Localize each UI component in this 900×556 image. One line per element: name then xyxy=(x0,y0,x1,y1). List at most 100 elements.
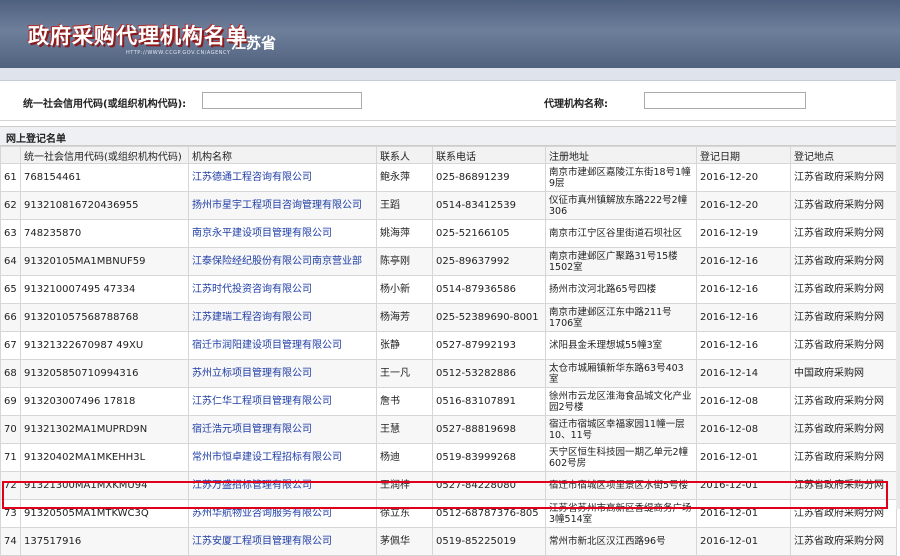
register-date: 2016-12-16 xyxy=(696,247,791,276)
register-date: 2016-12-20 xyxy=(696,163,791,192)
col-header-code: 统一社会信用代码(或组织机构代码) xyxy=(20,146,189,164)
agency-name-link[interactable]: 常州市恒卓建设工程招标有限公司 xyxy=(188,443,377,472)
row-number: 62 xyxy=(0,191,21,220)
register-date: 2016-12-01 xyxy=(696,443,791,472)
register-place: 江苏省政府采购分网 xyxy=(790,471,897,500)
phone-number: 0527-87992193 xyxy=(432,331,546,360)
credit-code: 913210816720436955 xyxy=(20,191,189,220)
register-place: 江苏省政府采购分网 xyxy=(790,219,897,248)
row-number: 65 xyxy=(0,275,21,304)
row-number: 69 xyxy=(0,387,21,416)
address: 南京市建邺区嘉陵江东街18号1幢9层 xyxy=(545,163,697,192)
phone-number: 0514-87936586 xyxy=(432,275,546,304)
row-number: 64 xyxy=(0,247,21,276)
register-place: 江苏省政府采购分网 xyxy=(790,163,897,192)
contact-person: 杨迪 xyxy=(376,443,433,472)
agency-name-input[interactable] xyxy=(644,92,806,109)
row-number: 70 xyxy=(0,415,21,444)
banner-url: HTTP://WWW.CCGP.GOV.CN/AGENCY xyxy=(126,50,231,56)
col-header-place: 登记地点 xyxy=(790,146,897,164)
table-row: 73 91320505MA1MTKWC3Q 苏州华航物业咨询服务有限公司 徐立东 051… xyxy=(0,499,897,528)
register-date: 2016-12-14 xyxy=(696,359,791,388)
phone-number: 0512-53282886 xyxy=(432,359,546,388)
register-place: 江苏省政府采购分网 xyxy=(790,191,897,220)
address: 江苏省苏州市高新区香缇商务广场3幢514室 xyxy=(545,499,697,528)
table-row: 72 91321300MA1MXKMU94 江苏万盛招标管理有限公司 王润梓 0527-… xyxy=(0,471,897,500)
row-number: 73 xyxy=(0,499,21,528)
agency-name-link[interactable]: 江苏建瑞工程咨询有限公司 xyxy=(188,303,377,332)
register-place: 江苏省政府采购分网 xyxy=(790,331,897,360)
agency-name-link[interactable]: 宿迁浩元项目管理有限公司 xyxy=(188,415,377,444)
col-header-phone: 联系电话 xyxy=(432,146,546,164)
credit-code: 91321322670987 49XU xyxy=(20,331,189,360)
agency-name-link[interactable]: 江苏安厦工程项目管理有限公司 xyxy=(188,527,377,556)
credit-code: 91320505MA1MTKWC3Q xyxy=(20,499,189,528)
register-date: 2016-12-01 xyxy=(696,499,791,528)
table-header-row: 统一社会信用代码(或组织机构代码) 机构名称 联系人 联系电话 注册地址 登记日… xyxy=(0,146,897,164)
agency-name-link[interactable]: 江苏德通工程咨询有限公司 xyxy=(188,163,377,192)
agency-name-link[interactable]: 江苏仁华工程项目管理有限公司 xyxy=(188,387,377,416)
credit-code: 91321300MA1MXKMU94 xyxy=(20,471,189,500)
phone-number: 025-52389690-8001 xyxy=(432,303,546,332)
table-row: 65 913210007495 47334 江苏时代投资咨询有限公司 杨小新 0514-… xyxy=(0,275,897,304)
table-row: 61 768154461 江苏德通工程咨询有限公司 鲍永萍 025-86891239 南京… xyxy=(0,163,897,192)
agency-name-link[interactable]: 南京永平建设项目管理有限公司 xyxy=(188,219,377,248)
phone-number: 0527-84228080 xyxy=(432,471,546,500)
section-title: 网上登记名单 xyxy=(6,134,66,145)
register-date: 2016-12-19 xyxy=(696,219,791,248)
register-date: 2016-12-01 xyxy=(696,527,791,556)
contact-person: 王润梓 xyxy=(376,471,433,500)
agency-name-link[interactable]: 苏州立标项目管理有限公司 xyxy=(188,359,377,388)
contact-person: 徐立东 xyxy=(376,499,433,528)
table-row: 63 748235870 南京永平建设项目管理有限公司 姚海萍 025-52166105… xyxy=(0,219,897,248)
register-place: 江苏省政府采购分网 xyxy=(790,247,897,276)
col-header-no xyxy=(0,146,21,164)
address: 扬州市汶河北路65号四楼 xyxy=(545,275,697,304)
credit-code-input[interactable] xyxy=(202,92,362,109)
agency-name-link[interactable]: 江泰保险经纪股份有限公司南京营业部 xyxy=(188,247,377,276)
row-number: 67 xyxy=(0,331,21,360)
agency-name-link[interactable]: 江苏万盛招标管理有限公司 xyxy=(188,471,377,500)
address: 南京市江宁区谷里街道石坝社区 xyxy=(545,219,697,248)
table-row: 64 91320105MA1MBNUF59 江泰保险经纪股份有限公司南京营业部 陈亭刚… xyxy=(0,247,897,276)
col-header-contact: 联系人 xyxy=(376,146,433,164)
register-place: 江苏省政府采购分网 xyxy=(790,443,897,472)
banner-title: 政府采购代理机构名单 xyxy=(28,24,248,48)
address: 常州市新北区汉江西路96号 xyxy=(545,527,697,556)
section-header: 网上登记名单 xyxy=(0,126,900,146)
contact-person: 王慧 xyxy=(376,415,433,444)
table-row: 69 913203007496 17818 江苏仁华工程项目管理有限公司 詹书 0516… xyxy=(0,387,897,416)
agency-name-link[interactable]: 扬州市星宇工程项目咨询管理有限公司 xyxy=(188,191,377,220)
address: 南京市建邺区江东中路211号1706室 xyxy=(545,303,697,332)
row-number: 74 xyxy=(0,527,21,556)
register-place: 江苏省政府采购分网 xyxy=(790,499,897,528)
register-date: 2016-12-08 xyxy=(696,387,791,416)
phone-number: 0527-88819698 xyxy=(432,415,546,444)
contact-person: 王一凡 xyxy=(376,359,433,388)
agency-name-link[interactable]: 宿迁市润阳建设项目管理有限公司 xyxy=(188,331,377,360)
agency-name-link[interactable]: 苏州华航物业咨询服务有限公司 xyxy=(188,499,377,528)
agency-name-link[interactable]: 江苏时代投资咨询有限公司 xyxy=(188,275,377,304)
row-number: 66 xyxy=(0,303,21,332)
credit-code: 913201057568788768 xyxy=(20,303,189,332)
phone-number: 0519-85225019 xyxy=(432,527,546,556)
col-header-date: 登记日期 xyxy=(696,146,791,164)
phone-number: 025-52166105 xyxy=(432,219,546,248)
credit-code: 748235870 xyxy=(20,219,189,248)
contact-person: 王蹈 xyxy=(376,191,433,220)
site-banner: 政府采购代理机构名单 江苏省 HTTP://WWW.CCGP.GOV.CN/AG… xyxy=(0,0,900,68)
scrollbar[interactable] xyxy=(896,80,900,509)
agency-table: 统一社会信用代码(或组织机构代码) 机构名称 联系人 联系电话 注册地址 登记日… xyxy=(0,146,897,556)
phone-number: 0512-68787376-805 xyxy=(432,499,546,528)
contact-person: 茅佩华 xyxy=(376,527,433,556)
contact-person: 张静 xyxy=(376,331,433,360)
phone-number: 025-86891239 xyxy=(432,163,546,192)
register-date: 2016-12-01 xyxy=(696,471,791,500)
address: 南京市建邺区广聚路31号15楼1502室 xyxy=(545,247,697,276)
row-number: 63 xyxy=(0,219,21,248)
row-number: 71 xyxy=(0,443,21,472)
register-place: 江苏省政府采购分网 xyxy=(790,275,897,304)
contact-person: 鲍永萍 xyxy=(376,163,433,192)
register-place: 江苏省政府采购分网 xyxy=(790,387,897,416)
register-date: 2016-12-08 xyxy=(696,415,791,444)
